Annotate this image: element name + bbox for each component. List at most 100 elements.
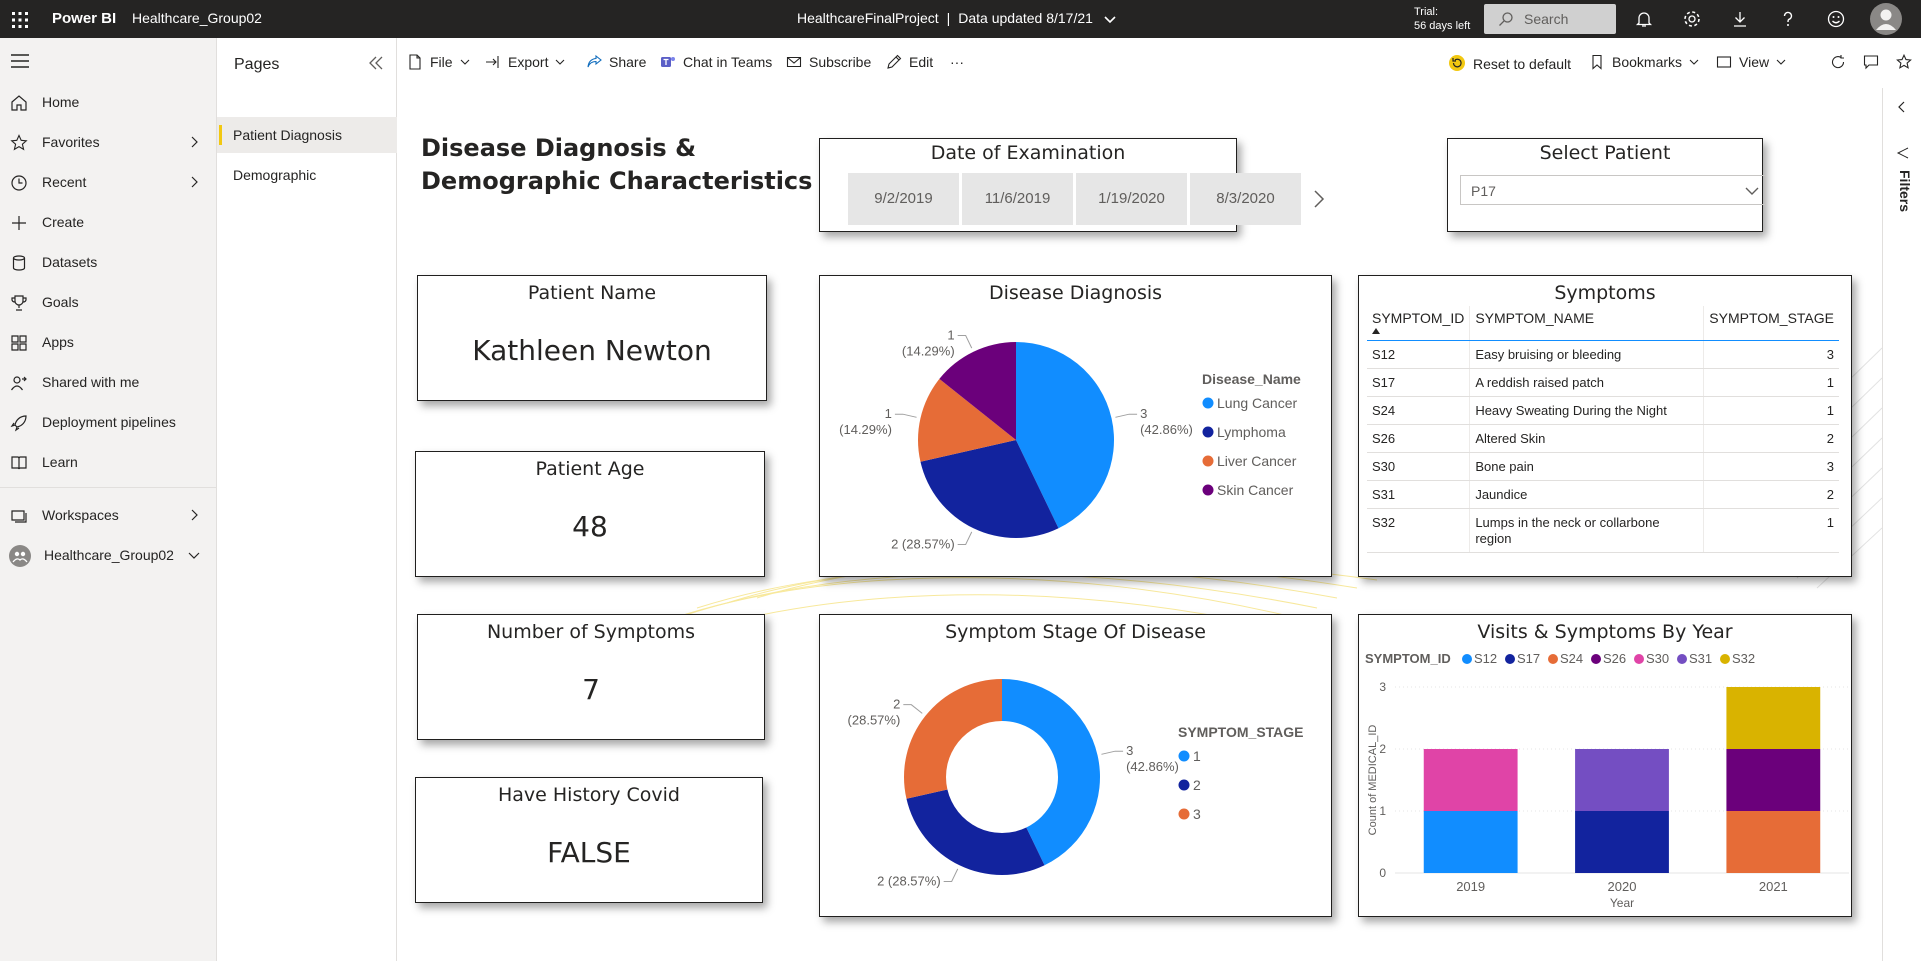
brand-name[interactable]: Power BI (52, 10, 116, 27)
bar-segment[interactable] (1575, 811, 1669, 873)
chevron-down-icon[interactable] (188, 549, 200, 561)
legend-item[interactable]: S32 (1732, 651, 1755, 666)
legend-item[interactable]: Liver Cancer (1217, 453, 1297, 469)
favorite-star-icon[interactable] (1896, 54, 1912, 70)
share-button[interactable]: Share (586, 54, 646, 74)
date-chip[interactable]: 1/19/2020 (1076, 173, 1187, 225)
gear-icon[interactable] (1682, 9, 1702, 29)
legend-item[interactable]: Lung Cancer (1217, 395, 1298, 411)
feedback-smiley-icon[interactable] (1826, 9, 1846, 29)
export-menu[interactable]: Export (485, 54, 565, 74)
page-tab-patient-diagnosis[interactable]: Patient Diagnosis (217, 117, 397, 153)
bar-segment[interactable] (1423, 811, 1518, 873)
date-chip[interactable]: 11/6/2019 (962, 173, 1073, 225)
x-axis-title: Year (1610, 896, 1634, 910)
legend-item[interactable]: S31 (1689, 651, 1712, 666)
nav-item-favorites[interactable]: Favorites (0, 125, 217, 161)
chevron-right-icon[interactable] (188, 136, 200, 148)
table-row[interactable]: S12 Easy bruising or bleeding 3 (1367, 340, 1839, 369)
subscribe-button[interactable]: Subscribe (786, 54, 871, 74)
page-tab-label: Patient Diagnosis (233, 127, 342, 143)
export-label: Export (508, 54, 549, 70)
legend-item[interactable]: S30 (1646, 651, 1669, 666)
pie-slice[interactable] (904, 679, 1002, 799)
bar-segment[interactable] (1726, 811, 1821, 873)
chat-in-teams-button[interactable]: Chat in Teams (660, 54, 772, 74)
column-header-symptom-name[interactable]: SYMPTOM_NAME (1469, 306, 1704, 341)
left-navigation: Home Favorites Recent Create Datasets Go… (0, 38, 217, 961)
nav-item-create[interactable]: Create (0, 205, 217, 241)
bar-segment[interactable] (1575, 749, 1669, 811)
table-row[interactable]: S32 Lumps in the neck or collarbone regio… (1367, 508, 1839, 553)
legend-marker (1202, 484, 1214, 496)
chevron-right-icon[interactable] (188, 509, 200, 521)
user-avatar[interactable] (1870, 3, 1902, 35)
chevron-left-icon[interactable] (1895, 100, 1909, 114)
nav-item-home[interactable]: Home (0, 85, 217, 121)
date-chip[interactable]: 8/3/2020 (1190, 173, 1301, 225)
table-row[interactable]: S30 Bone pain 3 (1367, 452, 1839, 481)
nav-item-shared-with-me[interactable]: Shared with me (0, 365, 217, 401)
help-icon[interactable] (1778, 9, 1798, 29)
nav-item-apps[interactable]: Apps (0, 325, 217, 361)
table-row[interactable]: S26 Altered Skin 2 (1367, 424, 1839, 453)
legend-item[interactable]: 3 (1193, 806, 1201, 822)
patient-dropdown[interactable]: P17 (1460, 175, 1766, 205)
chevron-down-icon (556, 59, 565, 65)
nav-item-label: Goals (42, 294, 79, 310)
file-menu[interactable]: File (407, 54, 470, 74)
x-tick-label: 2021 (1759, 879, 1788, 894)
pie-slice[interactable] (906, 789, 1045, 875)
legend-item[interactable]: 1 (1193, 748, 1201, 764)
star-icon (10, 134, 28, 151)
card-value: Kathleen Newton (472, 334, 712, 367)
nav-item-deployment-pipelines[interactable]: Deployment pipelines (0, 405, 217, 441)
collapse-pane-icon[interactable] (367, 54, 385, 72)
chevron-down-icon[interactable] (1103, 12, 1117, 26)
file-label: File (430, 54, 453, 70)
legend-item[interactable]: Lymphoma (1217, 424, 1286, 440)
page-tab-demographic[interactable]: Demographic (217, 157, 397, 193)
column-header-symptom-stage[interactable]: SYMPTOM_STAGE (1703, 306, 1839, 341)
date-chip[interactable]: 9/2/2019 (848, 173, 959, 225)
view-menu[interactable]: View (1716, 54, 1786, 74)
data-updated: Data updated 8/17/21 (958, 10, 1093, 26)
legend-item[interactable]: S17 (1517, 651, 1540, 666)
bell-icon[interactable] (1634, 9, 1654, 29)
table-row[interactable]: S17 A reddish raised patch 1 (1367, 368, 1839, 397)
legend-item[interactable]: Skin Cancer (1217, 482, 1294, 498)
reset-to-default-button[interactable]: Reset to default (1448, 54, 1571, 74)
nav-item-recent[interactable]: Recent (0, 165, 217, 201)
nav-item-learn[interactable]: Learn (0, 445, 217, 481)
filters-pane[interactable]: Filters (1882, 88, 1921, 961)
bar-segment[interactable] (1423, 749, 1518, 811)
edit-button[interactable]: Edit (886, 54, 933, 74)
search-box[interactable]: Search (1484, 4, 1616, 34)
nav-item-goals[interactable]: Goals (0, 285, 217, 321)
legend-item[interactable]: S12 (1474, 651, 1497, 666)
chevron-right-icon[interactable] (188, 176, 200, 188)
more-options-button[interactable]: ··· (950, 54, 964, 74)
legend-item[interactable]: S26 (1603, 651, 1626, 666)
table-row[interactable]: S31 Jaundice 2 (1367, 480, 1839, 509)
report-info[interactable]: HealthcareFinalProject | Data updated 8/17… (797, 10, 1117, 26)
download-icon[interactable] (1730, 9, 1750, 29)
column-header-symptom-id[interactable]: SYMPTOM_ID (1367, 306, 1470, 341)
chevron-right-icon[interactable] (1312, 189, 1326, 209)
nav-item-datasets[interactable]: Datasets (0, 245, 217, 281)
refresh-icon[interactable] (1830, 54, 1846, 70)
bookmarks-menu[interactable]: Bookmarks (1589, 54, 1699, 74)
table-row[interactable]: S24 Heavy Sweating During the Night 1 (1367, 396, 1839, 425)
comment-icon[interactable] (1863, 54, 1879, 70)
legend-item[interactable]: S24 (1560, 651, 1583, 666)
edit-label: Edit (909, 54, 934, 70)
legend-item[interactable]: 2 (1193, 777, 1201, 793)
hamburger-menu-icon[interactable] (10, 54, 30, 68)
bar-segment[interactable] (1726, 687, 1821, 749)
app-launcher-icon[interactable] (10, 10, 30, 30)
bar-segment[interactable] (1726, 749, 1821, 811)
nav-item-workspaces[interactable]: Workspaces (0, 498, 217, 534)
breadcrumb-workspace[interactable]: Healthcare_Group02 (132, 10, 262, 26)
nav-item-current-workspace[interactable]: Healthcare_Group02 (0, 538, 217, 574)
cell-symptom-name: Heavy Sweating During the Night (1469, 396, 1704, 425)
